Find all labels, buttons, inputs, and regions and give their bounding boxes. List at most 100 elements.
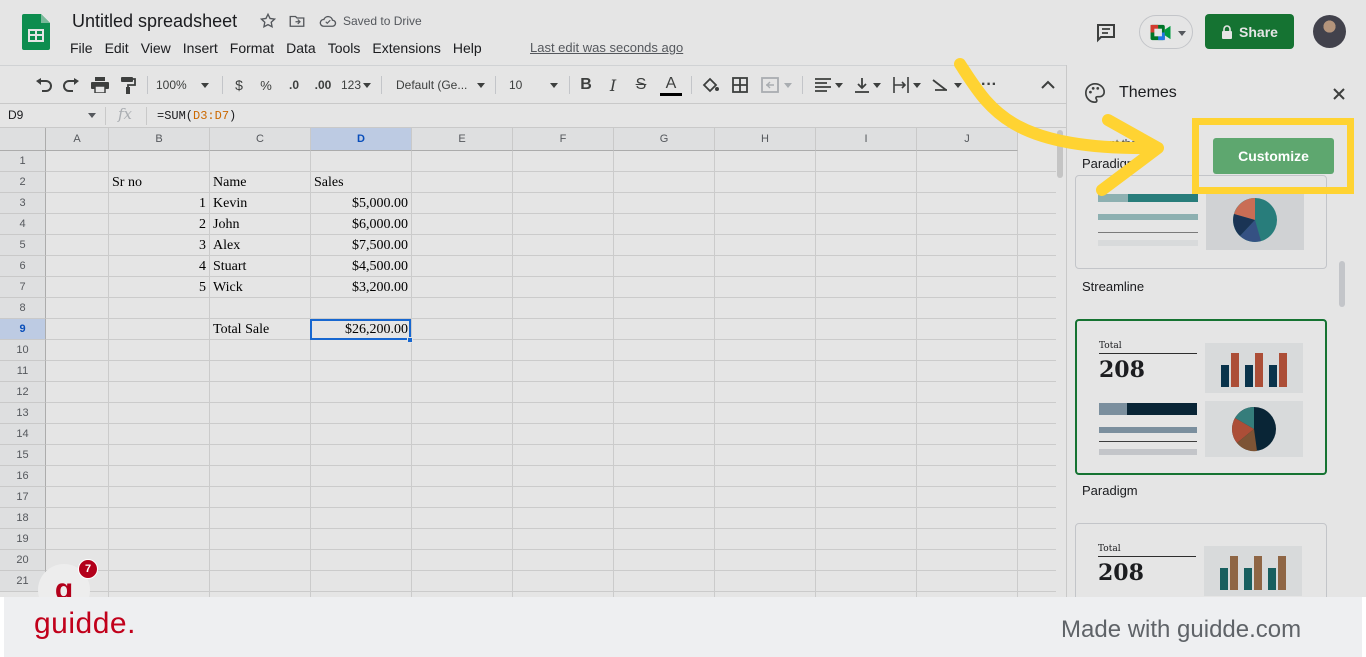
cell-d4[interactable]: $6,000.00: [311, 214, 411, 235]
guidde-logo: guidde.: [34, 607, 136, 640]
column-header-b[interactable]: B: [109, 128, 210, 151]
menu-format[interactable]: Format: [224, 38, 280, 58]
cell-d3[interactable]: $5,000.00: [311, 193, 411, 214]
meet-button[interactable]: [1139, 15, 1193, 49]
row-header-2[interactable]: 2: [0, 172, 46, 193]
customize-button[interactable]: Customize: [1213, 138, 1334, 174]
sheets-logo-icon[interactable]: [22, 14, 50, 50]
cell-c6[interactable]: Stuart: [210, 256, 310, 277]
close-icon[interactable]: [1329, 84, 1349, 104]
cell-d7[interactable]: $3,200.00: [311, 277, 411, 298]
column-header-i[interactable]: I: [816, 128, 917, 151]
font-family-select[interactable]: Default (Ge...: [396, 74, 488, 96]
menu-insert[interactable]: Insert: [177, 38, 224, 58]
cell-c3[interactable]: Kevin: [210, 193, 310, 214]
paint-format-icon[interactable]: [118, 74, 138, 96]
menu-file[interactable]: File: [64, 38, 99, 58]
row-header-1[interactable]: 1: [0, 151, 46, 172]
row-header-13[interactable]: 13: [0, 403, 46, 424]
strikethrough-button[interactable]: S: [631, 74, 651, 96]
share-button[interactable]: Share: [1205, 14, 1294, 49]
cell-d6[interactable]: $4,500.00: [311, 256, 411, 277]
bold-button[interactable]: B: [576, 74, 596, 96]
zoom-select[interactable]: 100%: [156, 74, 214, 96]
row-header-5[interactable]: 5: [0, 235, 46, 256]
cell-c5[interactable]: Alex: [210, 235, 310, 256]
more-formats-button[interactable]: 123: [339, 74, 373, 96]
avatar[interactable]: [1313, 15, 1346, 48]
menu-edit[interactable]: Edit: [99, 38, 135, 58]
merge-cells-icon[interactable]: [758, 74, 794, 96]
column-header-g[interactable]: G: [614, 128, 715, 151]
comment-icon[interactable]: [1094, 21, 1118, 45]
cell-b3[interactable]: 1: [109, 193, 209, 214]
fill-handle[interactable]: [407, 337, 413, 343]
increase-decimals-button[interactable]: .00: [311, 74, 335, 96]
cell-b4[interactable]: 2: [109, 214, 209, 235]
row-header-7[interactable]: 7: [0, 277, 46, 298]
row-header-3[interactable]: 3: [0, 193, 46, 214]
cell-b6[interactable]: 4: [109, 256, 209, 277]
spreadsheet-grid[interactable]: ABCDEFGHIJ 1 2 3 4 5 6 7 8 9 10 11 12 13 14 15 16 17 18 19…: [0, 128, 1056, 597]
text-color-button[interactable]: A: [660, 74, 682, 96]
menu-help[interactable]: Help: [447, 38, 488, 58]
cell-b2[interactable]: Sr no: [109, 172, 209, 193]
row-header-20[interactable]: 20: [0, 550, 46, 571]
row-header-11[interactable]: 11: [0, 361, 46, 382]
borders-icon[interactable]: [730, 74, 750, 96]
row-header-15[interactable]: 15: [0, 445, 46, 466]
document-title[interactable]: Untitled spreadsheet: [72, 11, 237, 32]
column-header-c[interactable]: C: [210, 128, 311, 151]
name-box[interactable]: D9: [8, 108, 23, 122]
menu-tools[interactable]: Tools: [322, 38, 367, 58]
row-header-4[interactable]: 4: [0, 214, 46, 235]
column-header-a[interactable]: A: [46, 128, 109, 151]
cell-b7[interactable]: 5: [109, 277, 209, 298]
row-header-10[interactable]: 10: [0, 340, 46, 361]
text-wrapping-icon[interactable]: [890, 74, 924, 96]
select-all-corner[interactable]: [0, 128, 46, 151]
formula-input[interactable]: =SUM(D3:D7): [157, 109, 236, 123]
column-header-f[interactable]: F: [513, 128, 614, 151]
column-header-e[interactable]: E: [412, 128, 513, 151]
cell-d5[interactable]: $7,500.00: [311, 235, 411, 256]
row-header-12[interactable]: 12: [0, 382, 46, 403]
row-header-19[interactable]: 19: [0, 529, 46, 550]
menu-extensions[interactable]: Extensions: [366, 38, 446, 58]
decrease-decimals-button[interactable]: .0: [283, 74, 305, 96]
redo-icon[interactable]: [62, 74, 82, 96]
vertical-align-icon[interactable]: [852, 74, 884, 96]
chevron-down-icon[interactable]: [88, 113, 96, 118]
column-header-d[interactable]: D: [311, 128, 412, 151]
undo-icon[interactable]: [33, 74, 53, 96]
column-header-h[interactable]: H: [715, 128, 816, 151]
percent-format-button[interactable]: %: [256, 74, 276, 96]
theme-card-next[interactable]: Total 208: [1075, 523, 1327, 597]
cell-c4[interactable]: John: [210, 214, 310, 235]
italic-button[interactable]: I: [603, 74, 623, 96]
panel-scrollbar[interactable]: [1339, 261, 1345, 307]
star-icon[interactable]: [259, 12, 277, 30]
font-size-select[interactable]: 10: [509, 74, 563, 96]
move-to-folder-icon[interactable]: [288, 12, 306, 30]
row-header-14[interactable]: 14: [0, 424, 46, 445]
row-header-18[interactable]: 18: [0, 508, 46, 529]
row-header-17[interactable]: 17: [0, 487, 46, 508]
theme-card-paradigm[interactable]: Total 208: [1075, 319, 1327, 475]
print-icon[interactable]: [90, 74, 110, 96]
horizontal-align-icon[interactable]: [812, 74, 846, 96]
menu-data[interactable]: Data: [280, 38, 322, 58]
row-header-6[interactable]: 6: [0, 256, 46, 277]
cell-c7[interactable]: Wick: [210, 277, 310, 298]
cell-c9[interactable]: Total Sale: [210, 319, 310, 340]
row-header-16[interactable]: 16: [0, 466, 46, 487]
cell-b5[interactable]: 3: [109, 235, 209, 256]
last-edit-link[interactable]: Last edit was seconds ago: [530, 40, 683, 55]
row-header-8[interactable]: 8: [0, 298, 46, 319]
fill-color-icon[interactable]: [700, 74, 720, 96]
menu-view[interactable]: View: [135, 38, 177, 58]
currency-format-button[interactable]: $: [229, 74, 249, 96]
cell-c2[interactable]: Name: [210, 172, 310, 193]
row-header-9[interactable]: 9: [0, 319, 46, 340]
cell-d2[interactable]: Sales: [311, 172, 411, 193]
